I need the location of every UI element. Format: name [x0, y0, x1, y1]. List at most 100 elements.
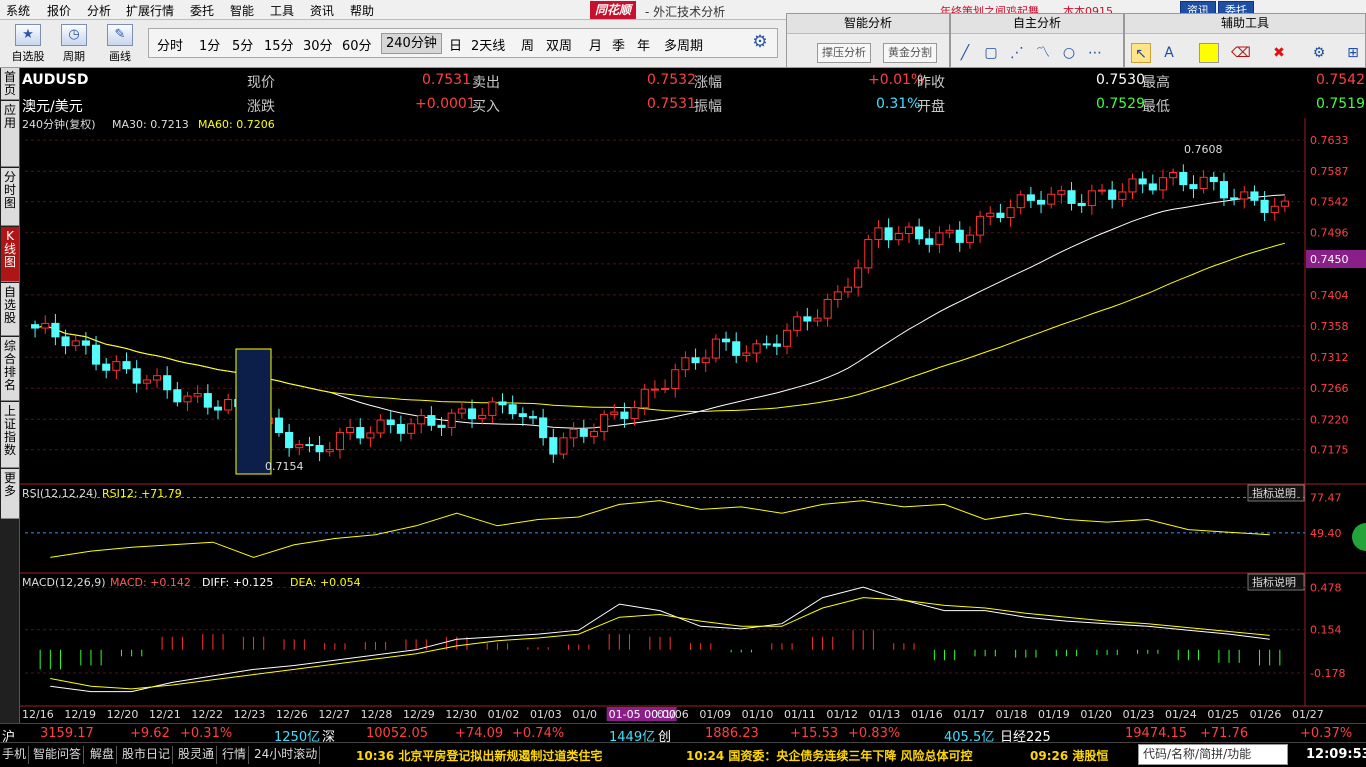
menu-quote[interactable]: 报价 [47, 2, 71, 19]
current-price-text: 0.7450 [1310, 253, 1349, 266]
candle-body [1128, 178, 1137, 193]
max-annotation: 0.7608 [1184, 143, 1223, 156]
tab-mobile[interactable]: 手机 [0, 746, 30, 764]
x-tick: 01/26 [1250, 708, 1282, 721]
candle-body [945, 229, 954, 234]
draw-tool[interactable]: ✎ 画线 [100, 24, 140, 64]
x-tick: 12/30 [445, 708, 477, 721]
period-month[interactable]: 月 [589, 35, 602, 54]
candle-body [427, 415, 436, 426]
tab-diary[interactable]: 股市日记 [120, 746, 174, 764]
menu-tools[interactable]: 工具 [270, 2, 294, 19]
x-tick: 01/18 [996, 708, 1028, 721]
pencil-icon: ✎ [107, 24, 133, 46]
golden-section-button[interactable]: 黄金分割 [883, 43, 937, 63]
candle-body [142, 379, 151, 384]
tab-more[interactable]: 更多 [1, 469, 19, 519]
candle-body [1250, 191, 1259, 201]
menu-help[interactable]: 帮助 [350, 2, 374, 19]
rect-icon[interactable]: ▢ [981, 43, 1001, 63]
period-tool[interactable]: ◷ 周期 [54, 24, 94, 64]
parallel-icon[interactable]: ⋰ [1007, 43, 1027, 63]
period-multi[interactable]: 多周期 [664, 35, 703, 54]
cursor-icon[interactable]: ↖ [1131, 43, 1151, 63]
candle-body [315, 444, 324, 453]
period-week[interactable]: 周 [521, 35, 534, 54]
code-search-input[interactable]: 代码/名称/简拼/功能 [1138, 744, 1288, 765]
candle-body [1006, 207, 1015, 219]
text-icon[interactable]: A [1159, 43, 1179, 63]
index-status-bar: 沪 3159.17 +9.62 +0.31% 1250亿 深 10052.05 … [0, 723, 1366, 745]
candle-body [81, 340, 90, 346]
period-tick[interactable]: 分时 [157, 35, 183, 54]
x-tick: 12/19 [64, 708, 96, 721]
delete-icon[interactable]: ✖ [1269, 43, 1289, 63]
period-quarter[interactable]: 季 [612, 35, 625, 54]
moving-average-lines [34, 194, 1286, 429]
tab-kline[interactable]: K线图 [1, 227, 19, 282]
menu-smart[interactable]: 智能 [230, 2, 254, 19]
rsi-tick: 77.47 [1310, 491, 1342, 504]
amp-value: 0.31% [876, 96, 921, 112]
price-tick: 0.7358 [1310, 320, 1349, 333]
period-240m[interactable]: 240分钟 [381, 33, 442, 54]
self-analysis-panel: 自主分析 ╱ ▢ ⋰ 〽 ○ ⋯ [950, 13, 1124, 68]
news-item-1[interactable]: 10:36 北京平房登记拟出新规遏制过道类住宅 [356, 747, 602, 764]
line-icon[interactable]: ╱ [955, 43, 975, 63]
tab-market[interactable]: 行情 [220, 746, 250, 764]
tab-watchlist[interactable]: 自选股 [1, 283, 19, 336]
prev-value: 0.7530 [1096, 72, 1145, 88]
polyline-icon[interactable]: 〽 [1033, 43, 1053, 63]
period-5m[interactable]: 5分 [232, 35, 253, 54]
period-day[interactable]: 日 [449, 35, 462, 54]
period-2week[interactable]: 双周 [546, 35, 572, 54]
menu-system[interactable]: 系统 [6, 2, 30, 19]
candle-body [1138, 178, 1147, 185]
period-30m[interactable]: 30分 [303, 35, 333, 54]
candle-body [620, 411, 629, 419]
period-year[interactable]: 年 [637, 35, 650, 54]
tab-commentary[interactable]: 解盘 [88, 746, 118, 764]
news-item-2[interactable]: 10:24 国资委：央企债务连续三年下降 风险总体可控 [686, 747, 973, 764]
tab-timeshare[interactable]: 分时图 [1, 168, 19, 226]
candle-body [1199, 176, 1208, 190]
news-item-3[interactable]: 09:26 港股恒 [1030, 747, 1108, 764]
menu-trade[interactable]: 委托 [190, 2, 214, 19]
period-15m[interactable]: 15分 [264, 35, 294, 54]
period-2day[interactable]: 2天线 [471, 35, 505, 54]
sh-value: 3159.17 [40, 726, 94, 741]
eraser-icon[interactable]: ⌫ [1231, 43, 1251, 63]
menu-extended[interactable]: 扩展行情 [126, 2, 174, 19]
circle-icon[interactable]: ○ [1059, 43, 1079, 63]
tab-24h[interactable]: 24小时滚动 [252, 746, 321, 764]
period-1m[interactable]: 1分 [199, 35, 220, 54]
candle-body [295, 444, 304, 449]
menu-analysis[interactable]: 分析 [87, 2, 111, 19]
x-tick: 12/26 [276, 708, 308, 721]
tab-ranking[interactable]: 综合排名 [1, 337, 19, 401]
menu-news[interactable]: 资讯 [310, 2, 334, 19]
float-ball[interactable] [1352, 523, 1366, 551]
support-resistance-button[interactable]: 撑压分析 [817, 43, 871, 63]
tab-gulingtong[interactable]: 股灵通 [176, 746, 218, 764]
expand-icon[interactable]: ⊞ [1343, 43, 1363, 63]
candle-body [1057, 190, 1066, 195]
tab-qa[interactable]: 智能问答 [31, 746, 85, 764]
self-select-tool[interactable]: ★ 自选股 [8, 24, 48, 64]
more-icon[interactable]: ⋯ [1085, 43, 1105, 63]
color-swatch[interactable] [1199, 43, 1219, 63]
candle-body [91, 344, 101, 365]
period-60m[interactable]: 60分 [342, 35, 372, 54]
candle-body [112, 361, 121, 371]
gear-icon[interactable]: ⚙ [749, 31, 771, 53]
candle-body [274, 417, 284, 433]
settings-icon[interactable]: ⚙ [1309, 43, 1329, 63]
kline-chart[interactable]: 240分钟(复权) MA30: 0.7213 MA60: 0.7206 0.76… [20, 117, 1366, 723]
candle-body [671, 369, 680, 389]
tab-home[interactable]: 首页 [1, 68, 19, 100]
macd-tick: 0.154 [1310, 624, 1342, 637]
tab-sh-index[interactable]: 上证指数 [1, 402, 19, 468]
buy-value: 0.7531 [647, 96, 696, 112]
x-tick: 01/12 [826, 708, 858, 721]
tab-apps[interactable]: 应用 [1, 101, 19, 167]
